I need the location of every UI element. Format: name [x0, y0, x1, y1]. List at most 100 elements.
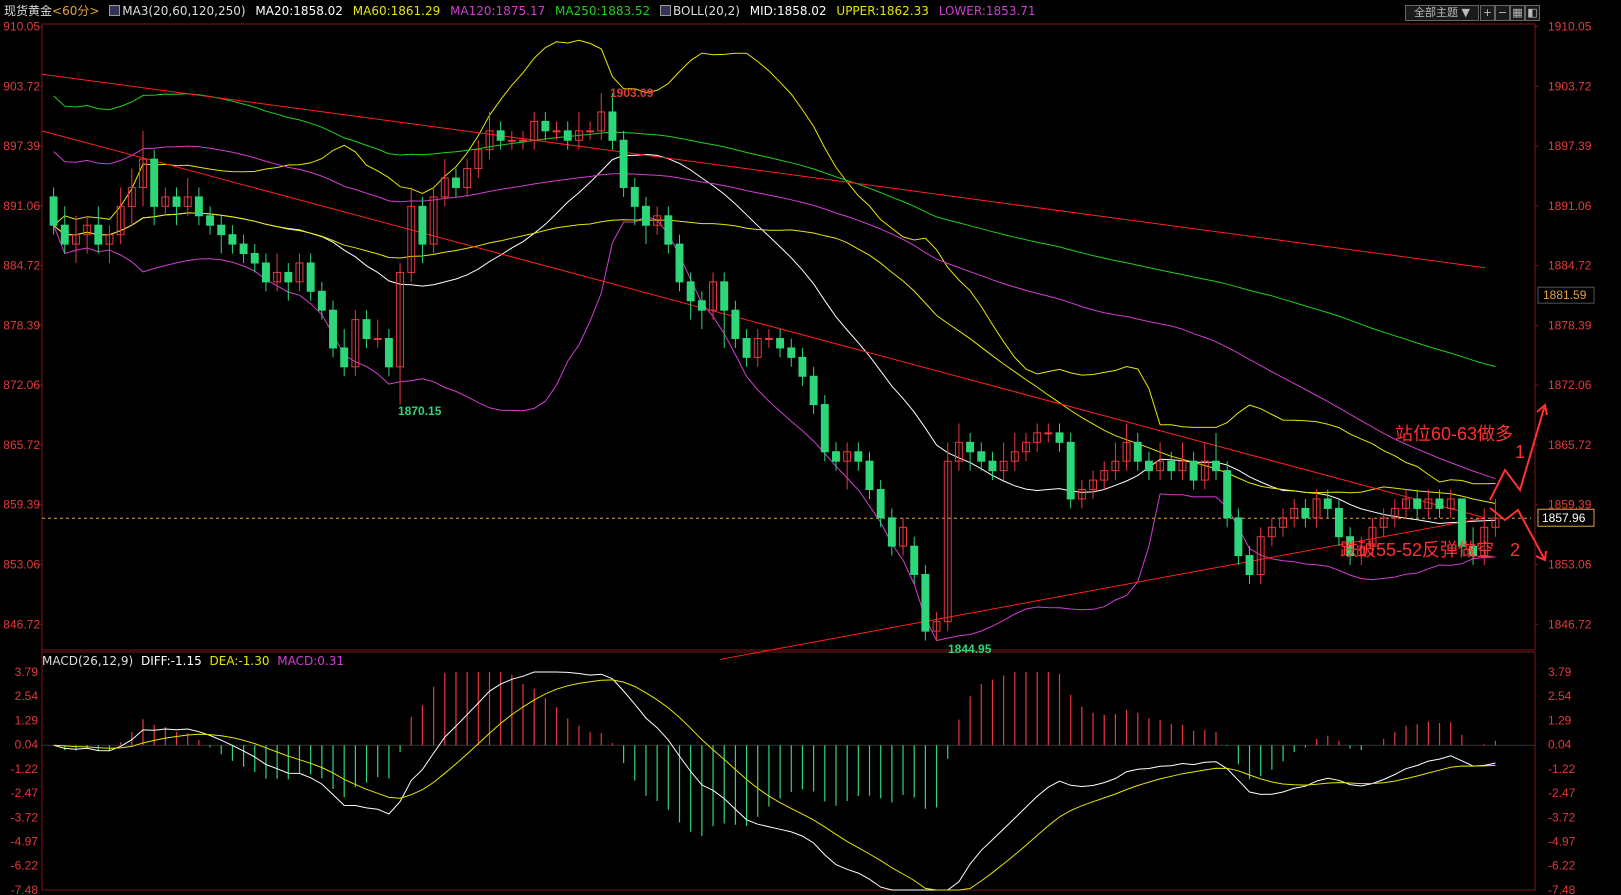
candle-up — [1044, 432, 1053, 435]
candle-down — [921, 573, 930, 632]
y-tick-label: 897.39 — [3, 139, 40, 153]
candle-down — [418, 205, 427, 245]
candle-up — [764, 338, 773, 340]
candle-down — [619, 139, 628, 188]
candle-down — [887, 517, 896, 547]
candle-down — [1144, 460, 1153, 472]
candle-down — [250, 253, 259, 264]
candle-down — [362, 319, 371, 340]
boll-upper-line — [53, 39, 1496, 485]
y-tick-label-right: 1865.72 — [1548, 438, 1592, 452]
macd-tick-label-right: 1.29 — [1548, 713, 1572, 727]
trend-line-mid — [41, 130, 1486, 519]
y-tick-label-right: 1853.06 — [1548, 557, 1592, 571]
y-tick-label: 846.72 — [3, 617, 40, 631]
macd-tick-label-right: -6.22 — [1548, 859, 1576, 873]
macd-tick-label: -2.47 — [11, 786, 39, 800]
candle-down — [284, 271, 293, 283]
candle-down — [876, 489, 885, 519]
candle-down — [820, 404, 829, 453]
candle-up — [373, 338, 382, 340]
macd-tick-label-right: 2.54 — [1548, 689, 1572, 703]
macd-tick-label-right: -3.72 — [1548, 810, 1576, 824]
candle-down — [1167, 460, 1176, 472]
candle-up — [519, 139, 527, 142]
candle-down — [317, 290, 326, 311]
candle-down — [664, 215, 673, 245]
y-tick-label: 891.06 — [3, 199, 40, 213]
candle-down — [1323, 498, 1332, 509]
current-price-label: 1857.96 — [1542, 511, 1586, 525]
candle-down — [1334, 507, 1343, 538]
y-tick-label: 872.06 — [3, 378, 40, 392]
candle-down — [865, 460, 874, 491]
macd-tick-label: 2.54 — [15, 689, 39, 703]
candle-down — [306, 262, 315, 292]
candle-down — [496, 130, 505, 141]
dea-value: DEA:-1.30 — [209, 654, 270, 668]
annotation-index: 1 — [1515, 442, 1525, 462]
candle-down — [1234, 517, 1243, 557]
candle-down — [988, 460, 997, 472]
candle-down — [194, 196, 203, 217]
candle-down — [228, 234, 237, 245]
candle-down — [60, 224, 69, 245]
macd-tick-label: -3.72 — [11, 810, 39, 824]
macd-value: MACD:0.31 — [277, 654, 345, 668]
y-tick-label-right: 1903.72 — [1548, 79, 1592, 93]
macd-tick-label-right: 3.79 — [1548, 665, 1572, 679]
candle-down — [686, 281, 695, 302]
candle-down — [697, 300, 706, 311]
candle-down — [675, 243, 684, 283]
candle-down — [206, 215, 215, 226]
chart-window: 现货黄金<60分> MA3(20,60,120,250) MA20:1858.0… — [0, 0, 1621, 895]
macd-tick-label-right: -2.47 — [1548, 786, 1576, 800]
y-tick-label: 884.72 — [3, 259, 40, 273]
dea-line — [53, 679, 1496, 891]
macd-tick-label-right: 0.04 — [1548, 738, 1572, 752]
candle-down — [1301, 507, 1310, 519]
macd-header: MACD(26,12,9) DIFF:-1.15 DEA:-1.30 MACD:… — [42, 654, 344, 668]
y-tick-label-right: 1910.05 — [1548, 20, 1592, 34]
low-label: 1844.95 — [948, 642, 992, 656]
candle-down — [239, 243, 248, 255]
macd-tick-label: 3.79 — [15, 665, 39, 679]
candle-down — [1223, 470, 1232, 519]
candle-down — [977, 451, 986, 462]
macd-tick-label-right: -1.22 — [1548, 762, 1576, 776]
candle-down — [261, 262, 270, 283]
ma20-line — [53, 153, 1496, 525]
marked-level-label: 1881.59 — [1543, 288, 1587, 302]
macd-tick-label: 0.04 — [15, 738, 39, 752]
y-tick-label: 865.72 — [3, 438, 40, 452]
candle-down — [642, 205, 650, 226]
candle-down — [563, 130, 572, 141]
candle-down — [608, 111, 617, 141]
candle-down — [541, 120, 550, 132]
candle-down — [832, 451, 840, 462]
candle-down — [809, 375, 818, 406]
candle-down — [1212, 460, 1220, 472]
candle-down — [94, 224, 103, 245]
candle-down — [1189, 460, 1198, 481]
candle-down — [1435, 498, 1444, 509]
candle-down — [1413, 498, 1422, 509]
price-chart[interactable]: 910.05 1910.05 903.72 1903.72 897.39 1897.39 8… — [0, 0, 1621, 895]
candle-up — [507, 139, 516, 142]
y-tick-label-right: 1872.06 — [1548, 378, 1592, 392]
high-label: 1903.09 — [610, 86, 654, 100]
y-tick-label: 910.05 — [3, 20, 40, 34]
diff-line — [53, 671, 1496, 891]
candle-down — [1133, 441, 1142, 462]
candle-down — [340, 347, 349, 368]
y-tick-label-right: 1897.39 — [1548, 139, 1592, 153]
candle-down — [1055, 432, 1064, 443]
annotation-index: 2 — [1510, 540, 1520, 560]
y-tick-label: 859.39 — [3, 498, 40, 512]
candle-up — [586, 130, 595, 133]
macd-tick-label-right: -4.97 — [1548, 834, 1576, 848]
candle-down — [217, 224, 226, 236]
ma60-line — [53, 212, 1496, 504]
low-label: 1870.15 — [398, 404, 442, 418]
y-tick-label: 878.39 — [3, 318, 40, 332]
